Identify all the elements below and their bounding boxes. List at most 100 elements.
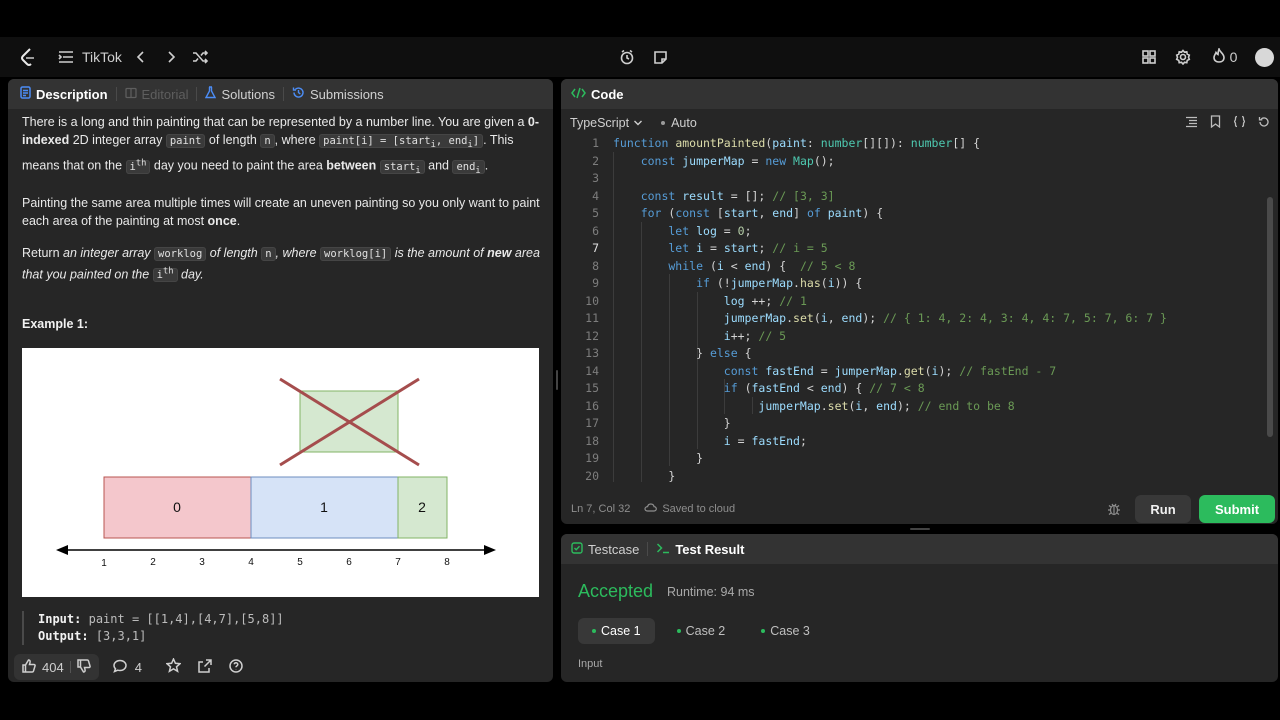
code-token: [] { xyxy=(952,136,981,150)
problem-list-title[interactable]: TikTok xyxy=(82,37,122,77)
code-editor[interactable]: 1 2 3 4 5 6 7 8 9 10 11 12 13 14 15 16 1… xyxy=(561,135,1278,487)
braces-icon[interactable] xyxy=(1233,115,1246,131)
code-line: jumperMap.set(i, end); // { 1: 4, 2: 4, … xyxy=(613,310,1167,328)
tab-editorial-label: Editorial xyxy=(141,86,189,102)
code-token: amountPainted xyxy=(675,136,766,150)
history-icon xyxy=(292,86,305,102)
code-token: const xyxy=(613,188,683,203)
code-token: = xyxy=(744,153,766,168)
code-token: paint xyxy=(827,206,863,220)
text: . xyxy=(236,213,241,228)
vote-divider xyxy=(69,661,71,673)
comments-button[interactable]: 4 xyxy=(112,659,142,676)
code-token: // { 1: 4, 2: 4, 3: 4, 4: 7, 5: 7, 6: 7 … xyxy=(883,311,1167,325)
list-icon[interactable] xyxy=(58,37,74,77)
grid-icon[interactable] xyxy=(1140,37,1158,77)
vertical-resize-handle[interactable] xyxy=(556,370,558,390)
tab-code[interactable]: Code xyxy=(561,79,632,109)
run-button[interactable]: Run xyxy=(1135,495,1191,523)
code-token: end xyxy=(876,398,897,413)
code-token: i xyxy=(820,311,828,325)
line-number: 14 xyxy=(585,363,599,378)
like-button[interactable]: 404 xyxy=(22,658,64,676)
tab-editorial[interactable]: Editorial xyxy=(117,79,197,109)
tick-label: 3 xyxy=(199,557,205,568)
code-token: const xyxy=(613,153,683,168)
line-number: 5 xyxy=(592,206,599,220)
settings-icon[interactable] xyxy=(1174,37,1192,77)
autocomplete-mode[interactable]: Auto xyxy=(661,116,697,130)
input-value: paint = [[1,4],[4,7],[5,8]] xyxy=(88,612,284,626)
format-icon[interactable] xyxy=(1185,116,1198,131)
document-icon xyxy=(20,86,31,102)
code-token: ( xyxy=(709,258,717,273)
case-tab-3[interactable]: Case 3 xyxy=(747,618,824,644)
text: day you need to paint the area xyxy=(150,158,327,173)
reset-icon[interactable] xyxy=(1258,116,1270,131)
tick-label: 4 xyxy=(248,557,254,568)
segment-2-label: 2 xyxy=(418,499,426,515)
code-token: if xyxy=(613,381,745,395)
vote-group: 404 xyxy=(14,654,99,680)
inline-code: endi xyxy=(452,159,485,176)
points-value: 0 xyxy=(1229,49,1238,65)
code-token: (! xyxy=(716,276,731,290)
tab-description[interactable]: Description xyxy=(8,79,116,109)
save-status: Saved to cloud xyxy=(644,503,735,515)
code-token: } xyxy=(613,416,731,430)
code-token: . xyxy=(896,363,904,378)
prev-icon[interactable] xyxy=(133,37,149,77)
tab-solutions[interactable]: Solutions xyxy=(197,79,282,109)
line-number: 6 xyxy=(592,223,599,238)
avatar[interactable] xyxy=(1254,37,1274,77)
code-token: ; xyxy=(799,433,807,448)
submit-button[interactable]: Submit xyxy=(1199,495,1275,523)
language-select[interactable]: TypeScript xyxy=(570,116,643,130)
code-token: ); xyxy=(896,398,918,413)
runtime: Runtime: 94 ms xyxy=(667,585,755,599)
code-token: fastEnd xyxy=(751,433,800,448)
shuffle-icon[interactable] xyxy=(191,37,209,77)
code-token: , xyxy=(827,311,842,325)
problem-description: There is a long and thin painting that c… xyxy=(22,113,540,298)
text-italic: an integer array xyxy=(63,245,155,260)
horizontal-resize-handle[interactable] xyxy=(910,528,930,530)
points-counter[interactable]: 0 xyxy=(1209,37,1241,77)
tab-testcase[interactable]: Testcase xyxy=(561,534,647,564)
help-button[interactable] xyxy=(229,658,243,676)
code-token: i xyxy=(716,258,724,273)
editor-scrollbar[interactable] xyxy=(1267,197,1273,437)
favorite-button[interactable] xyxy=(165,657,182,676)
tab-test-result[interactable]: Test Result xyxy=(648,534,752,564)
tick-label: 8 xyxy=(444,557,450,568)
code-token: // fastEnd - 7 xyxy=(959,363,1057,378)
code-token: jumperMap xyxy=(834,363,897,378)
text: of length xyxy=(205,133,261,147)
line-number: 18 xyxy=(585,433,599,448)
tab-submissions[interactable]: Submissions xyxy=(284,79,392,109)
next-icon[interactable] xyxy=(163,37,179,77)
code-token: = []; xyxy=(723,188,773,203)
dislike-button[interactable] xyxy=(76,658,91,676)
code-sub: i xyxy=(415,165,421,176)
code-token: paint xyxy=(772,136,807,150)
bookmark-icon[interactable] xyxy=(1210,115,1221,131)
code-line: let log = 0; xyxy=(613,223,752,241)
tab-submissions-label: Submissions xyxy=(309,86,384,102)
debug-icon[interactable] xyxy=(1107,502,1121,521)
code-token: fastEnd xyxy=(765,363,814,378)
cursor-position: Ln 7, Col 32 xyxy=(571,503,631,515)
tick-label: 2 xyxy=(150,557,156,568)
code-token: ( xyxy=(820,276,828,290)
code-token: end xyxy=(772,206,794,220)
code-line: const result = []; // [3, 3] xyxy=(613,188,835,206)
code-token: 0 xyxy=(737,223,745,238)
checkbox-icon xyxy=(571,541,583,557)
note-icon[interactable] xyxy=(651,37,669,77)
code-token: ; xyxy=(744,223,752,238)
timer-icon[interactable] xyxy=(618,37,636,77)
case-tab-1[interactable]: Case 1 xyxy=(578,618,655,644)
logo-icon[interactable] xyxy=(16,37,40,77)
share-button[interactable] xyxy=(198,658,212,676)
case-tab-2[interactable]: Case 2 xyxy=(663,618,740,644)
